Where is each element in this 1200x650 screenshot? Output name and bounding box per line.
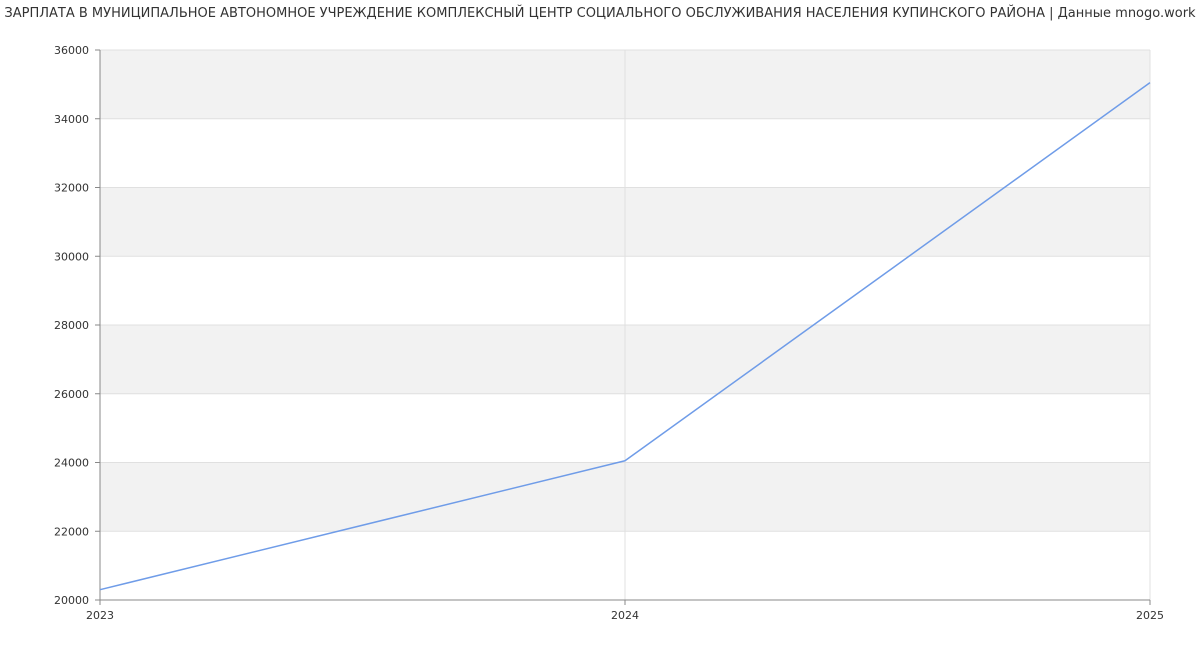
y-tick-label: 22000 bbox=[54, 525, 89, 538]
y-tick-label: 24000 bbox=[54, 457, 89, 470]
y-tick-label: 30000 bbox=[54, 250, 89, 263]
chart-container: ЗАРПЛАТА В МУНИЦИПАЛЬНОЕ АВТОНОМНОЕ УЧРЕ… bbox=[0, 0, 1200, 650]
y-tick-label: 26000 bbox=[54, 388, 89, 401]
x-tick-label: 2025 bbox=[1136, 609, 1164, 622]
x-tick-labels: 2023 2024 2025 bbox=[86, 609, 1164, 622]
x-tick-label: 2023 bbox=[86, 609, 114, 622]
y-tick-label: 20000 bbox=[54, 594, 89, 607]
y-tick-labels: 20000 22000 24000 26000 28000 30000 32000 34000… bbox=[54, 44, 89, 607]
y-tick-label: 34000 bbox=[54, 113, 89, 126]
x-tick-label: 2024 bbox=[611, 609, 639, 622]
y-tick-label: 32000 bbox=[54, 182, 89, 195]
line-chart: 20000 22000 24000 26000 28000 30000 32000 34000… bbox=[54, 44, 1164, 622]
y-tick-label: 36000 bbox=[54, 44, 89, 57]
y-tick-label: 28000 bbox=[54, 319, 89, 332]
